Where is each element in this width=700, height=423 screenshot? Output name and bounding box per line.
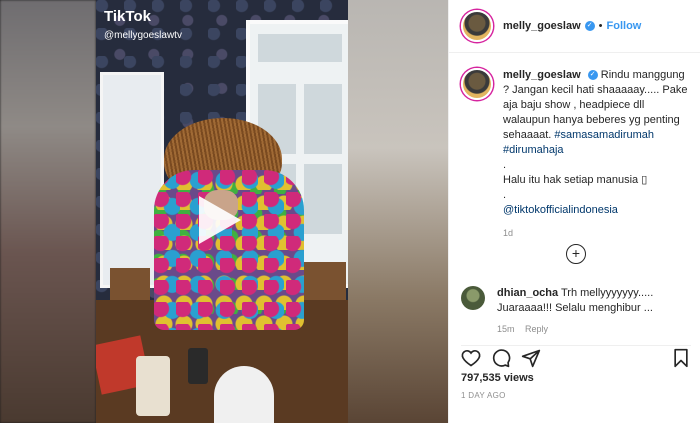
verified-icon: ✓ — [587, 70, 598, 81]
caption-username[interactable]: melly_goeslaw — [503, 69, 581, 81]
reply-button[interactable]: Reply — [525, 324, 548, 334]
share-icon[interactable] — [521, 348, 541, 368]
commenter-avatar[interactable] — [461, 286, 485, 310]
comment-time: 15m — [497, 324, 515, 334]
bookmark-icon[interactable] — [671, 348, 691, 368]
verified-icon: ✓ — [584, 21, 595, 31]
caption-time: 1d — [503, 228, 514, 238]
video-blur-right — [348, 0, 448, 423]
action-bar — [461, 345, 691, 370]
heart-icon[interactable] — [461, 348, 481, 368]
caption-avatar[interactable] — [461, 68, 493, 100]
tiktok-logo: TikTok — [104, 8, 151, 25]
video-player[interactable]: TikTok @mellygoeslawtv — [0, 0, 448, 423]
post-date: 1 DAY AGO — [461, 391, 506, 400]
comment-icon[interactable] — [491, 348, 511, 368]
video-blur-left — [0, 0, 96, 423]
commenter-username[interactable]: dhian_ocha — [497, 287, 558, 299]
play-icon[interactable] — [199, 196, 241, 244]
header-separator: • — [598, 20, 603, 32]
load-more-comments-button[interactable]: + — [566, 244, 586, 264]
comment: dhian_ocha Trh mellyyyyyyy..... Juaraaaa… — [461, 286, 691, 337]
view-count[interactable]: 797,535 views — [461, 372, 534, 384]
caption-dot-2: . — [503, 189, 507, 201]
post-header: melly_goeslaw ✓ • Follow — [449, 0, 700, 53]
caption-dot-1: . — [503, 159, 507, 171]
post-panel: melly_goeslaw ✓ • Follow melly_goeslaw ✓… — [448, 0, 700, 423]
tiktok-username: @mellygoeslawtv — [104, 30, 182, 41]
avatar[interactable] — [461, 10, 493, 42]
hashtag-dirumahaja[interactable]: #dirumahaja — [503, 144, 564, 156]
follow-button[interactable]: Follow — [607, 20, 642, 32]
caption-text: melly_goeslaw ✓ Rindu manggung ? Jangan … — [503, 68, 691, 241]
hashtag-samasamadirumah[interactable]: #samasamadirumah — [554, 129, 654, 141]
header-username[interactable]: melly_goeslaw — [503, 20, 581, 32]
instagram-post: TikTok @mellygoeslawtv melly_goeslaw ✓ •… — [0, 0, 700, 423]
caption: melly_goeslaw ✓ Rindu manggung ? Jangan … — [461, 68, 691, 241]
caption-line-2: Halu itu hak setiap manusia ▯ — [503, 174, 648, 186]
mention-tiktok[interactable]: @tiktokofficialindonesia — [503, 204, 618, 216]
